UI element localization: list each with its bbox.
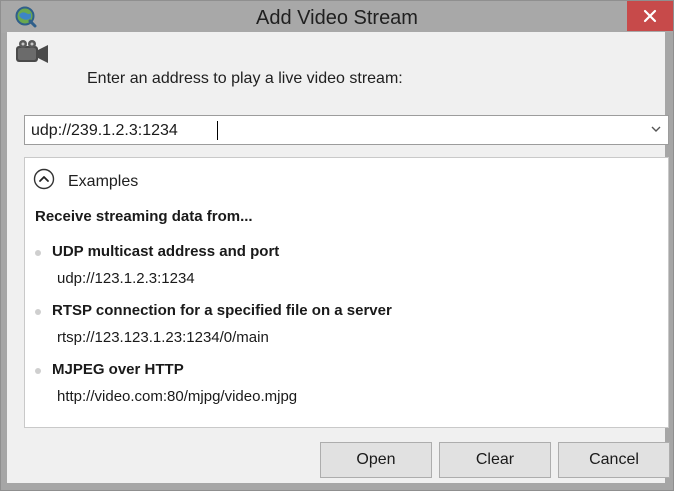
chevron-down-icon[interactable] bbox=[651, 125, 661, 133]
examples-heading: Receive streaming data from... bbox=[35, 208, 253, 225]
examples-toggle-label[interactable]: Examples bbox=[68, 173, 138, 191]
title-bar[interactable]: Add Video Stream bbox=[1, 1, 673, 33]
close-icon bbox=[643, 9, 657, 23]
text-caret bbox=[217, 121, 218, 140]
example-title: MJPEG over HTTP bbox=[52, 361, 184, 378]
example-url: udp://123.1.2.3:1234 bbox=[57, 270, 195, 287]
examples-panel: Examples Receive streaming data from... … bbox=[24, 157, 669, 428]
video-camera-icon bbox=[16, 40, 48, 63]
prompt-label: Enter an address to play a live video st… bbox=[87, 70, 403, 87]
chevron-up-circle-icon[interactable] bbox=[33, 168, 55, 190]
stream-address-input[interactable]: udp://239.1.2.3:1234 bbox=[31, 122, 178, 140]
clear-button[interactable]: Clear bbox=[439, 442, 551, 478]
bullet bbox=[35, 368, 41, 374]
example-url: http://video.com:80/mjpg/video.mjpg bbox=[57, 388, 298, 405]
window-title: Add Video Stream bbox=[256, 7, 418, 29]
bullet bbox=[35, 309, 41, 315]
example-title: RTSP connection for a specified file on … bbox=[52, 302, 392, 319]
example-title: UDP multicast address and port bbox=[52, 243, 280, 260]
bullet bbox=[35, 250, 41, 256]
open-button[interactable]: Open bbox=[320, 442, 432, 478]
cancel-button[interactable]: Cancel bbox=[558, 442, 670, 478]
stream-address-combobox[interactable]: udp://239.1.2.3:1234 bbox=[24, 115, 669, 145]
example-url: rtsp://123.123.1.23:1234/0/main bbox=[57, 329, 269, 346]
close-button[interactable] bbox=[627, 1, 673, 31]
